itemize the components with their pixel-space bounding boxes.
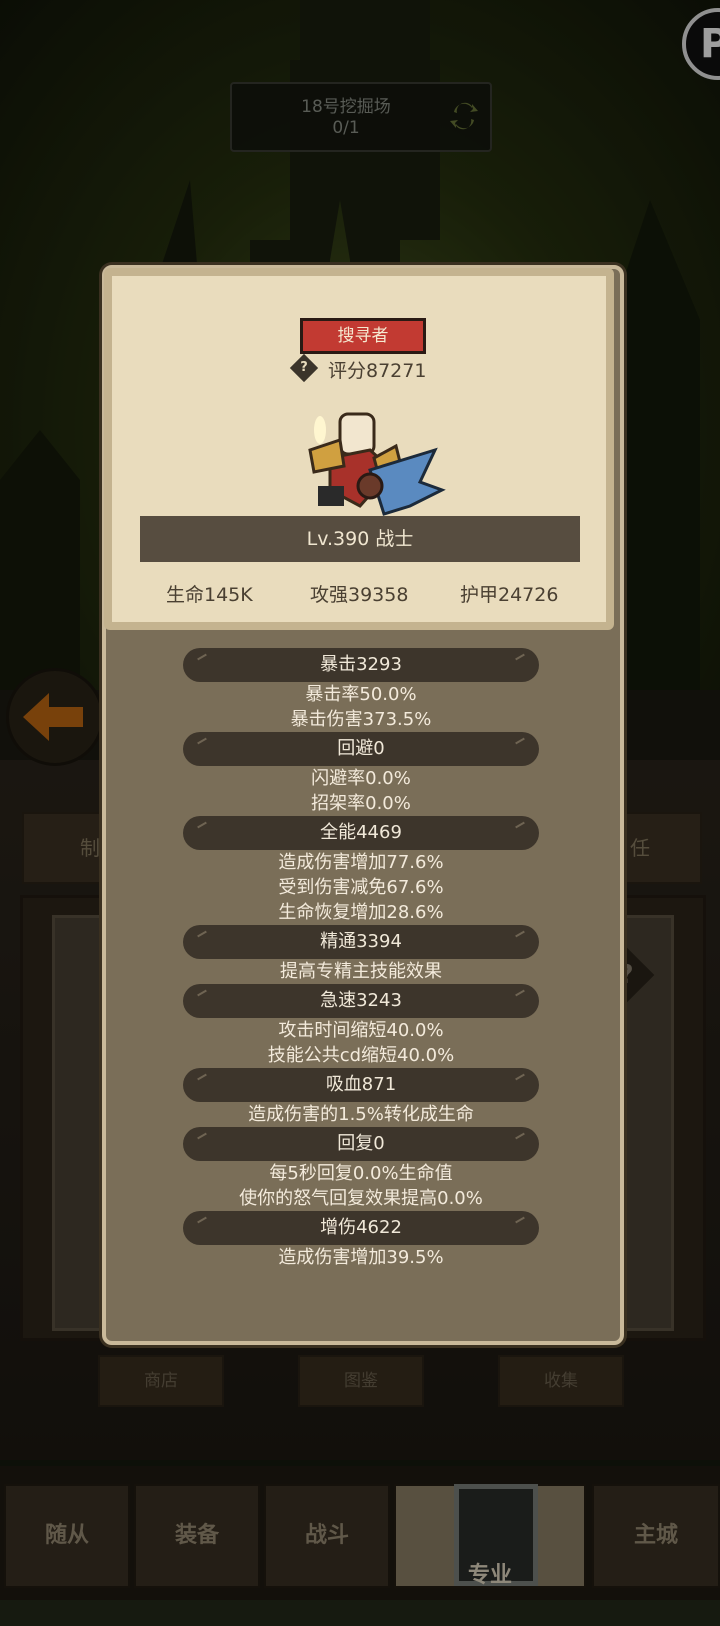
- stat-header-avoidance: 回避0: [183, 732, 539, 766]
- score-help-icon[interactable]: ?: [289, 353, 319, 383]
- level-class-bar: Lv.390 战士: [140, 516, 580, 562]
- stat-line: 攻击时间缩短40.0%: [278, 1020, 444, 1041]
- stat-header-haste: 急速3243: [183, 984, 539, 1018]
- stat-line: 招架率0.0%: [311, 793, 411, 814]
- stat-line: 受到伤害减免67.6%: [278, 877, 444, 898]
- stat-list: 暴击3293 暴击率50.0% 暴击伤害373.5% 回避0 闪避率0.0% 招…: [104, 648, 618, 1270]
- armor-stat: 护甲24726: [460, 584, 559, 606]
- attack-stat: 攻强39358: [310, 584, 409, 606]
- stat-line: 每5秒回复0.0%生命值: [269, 1163, 453, 1184]
- stat-header-damage-bonus: 增伤4622: [183, 1211, 539, 1245]
- stat-line: 使你的怒气回复效果提高0.0%: [239, 1188, 483, 1209]
- stat-header-regen: 回复0: [183, 1127, 539, 1161]
- stat-line: 造成伤害增加77.6%: [278, 852, 444, 873]
- stat-line: 生命恢复增加28.6%: [278, 902, 444, 923]
- stat-line: 暴击伤害373.5%: [290, 709, 432, 730]
- stat-line: 造成伤害增加39.5%: [278, 1247, 444, 1268]
- class-tag: 搜寻者: [300, 318, 426, 354]
- stat-line: 闪避率0.0%: [311, 768, 411, 789]
- stat-header-versatility: 全能4469: [183, 816, 539, 850]
- stat-line: 暴击率50.0%: [305, 684, 417, 705]
- stat-header-lifesteal: 吸血871: [183, 1068, 539, 1102]
- stat-header-crit: 暴击3293: [183, 648, 539, 682]
- hp-stat: 生命145K: [166, 584, 253, 606]
- warrior-character-sprite: [308, 412, 446, 516]
- stat-header-mastery: 精通3394: [183, 925, 539, 959]
- stat-line: 技能公共cd缩短40.0%: [267, 1045, 455, 1066]
- stat-line: 提高专精主技能效果: [280, 961, 442, 982]
- score-value: 评分87271: [328, 360, 427, 382]
- stat-line: 造成伤害的1.5%转化成生命: [248, 1104, 474, 1125]
